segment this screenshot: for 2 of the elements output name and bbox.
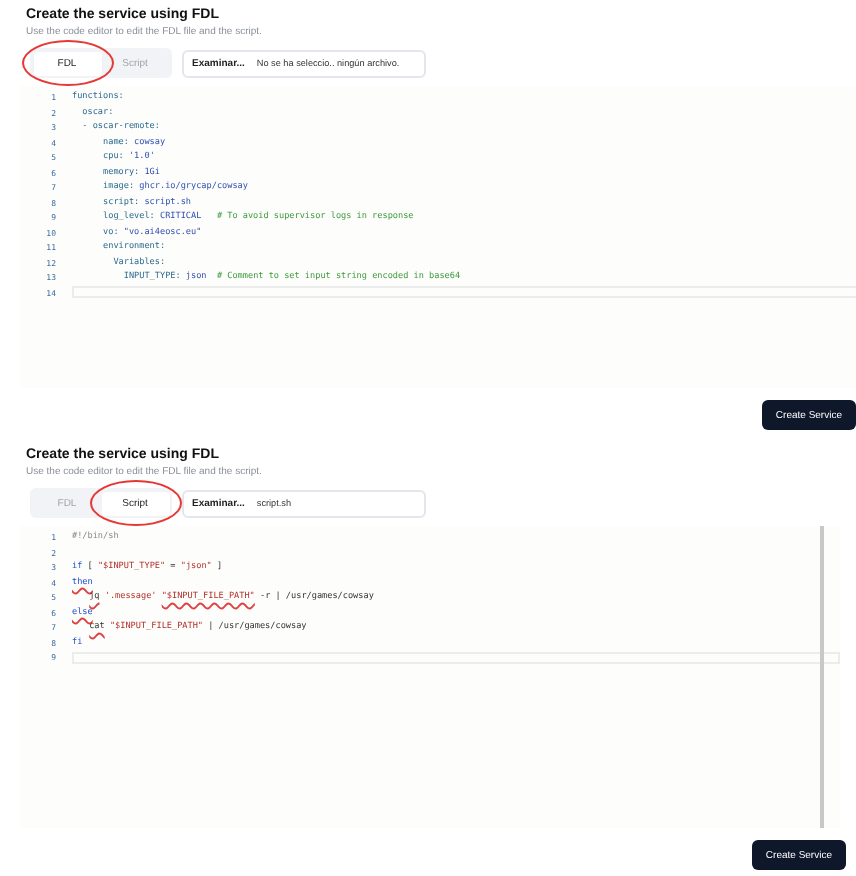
scrollbar[interactable] — [820, 526, 824, 828]
code-editor[interactable] — [20, 86, 856, 388]
